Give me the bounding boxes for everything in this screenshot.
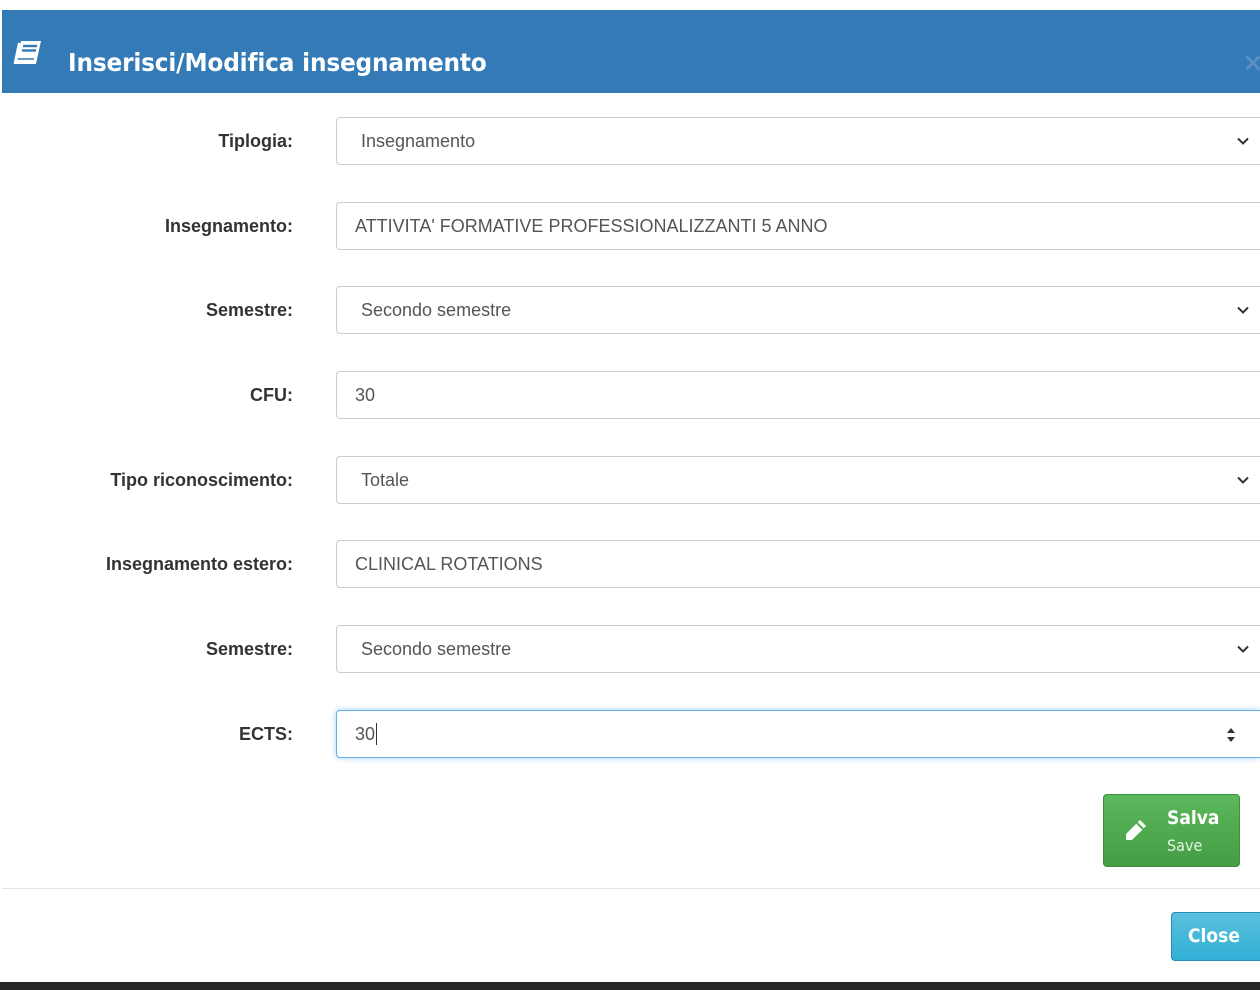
tipo-riconoscimento-label: Tipo riconoscimento:	[110, 470, 293, 490]
backdrop-strip	[0, 982, 1260, 990]
modal-title: Inserisci/Modifica insegnamento	[68, 48, 487, 77]
chevron-down-icon	[1237, 306, 1249, 314]
cfu-value: 30	[355, 385, 376, 405]
modal-header: Inserisci/Modifica insegnamento ×	[2, 10, 1260, 93]
form-row-semestre: Semestre: Secondo semestre	[0, 286, 1260, 334]
modal-close-x-button[interactable]: ×	[1242, 48, 1260, 78]
form-row-ects: ECTS: 30	[0, 710, 1260, 758]
semestre-estero-label: Semestre:	[205, 639, 293, 659]
tipo-riconoscimento-select[interactable]: Totale	[336, 456, 1260, 504]
chevron-down-icon	[1237, 645, 1249, 653]
save-button[interactable]: Salva Save	[1103, 794, 1240, 867]
tipologia-label: Tiplogia:	[218, 131, 293, 151]
save-button-sublabel: Save	[1167, 836, 1203, 855]
window-top-edge	[0, 0, 1260, 10]
pencil-icon	[1126, 820, 1146, 840]
semestre-estero-select[interactable]: Secondo semestre	[336, 625, 1260, 673]
ects-input[interactable]: 30	[336, 710, 1260, 758]
semestre-estero-value: Secondo semestre	[361, 639, 512, 659]
modal-footer-divider	[2, 888, 1260, 889]
insegnamento-input[interactable]: ATTIVITA' FORMATIVE PROFESSIONALIZZANTI …	[336, 202, 1260, 250]
form-row-tipologia: Tiplogia: Insegnamento	[0, 117, 1260, 165]
semestre-select[interactable]: Secondo semestre	[336, 286, 1260, 334]
tipologia-value: Insegnamento	[361, 131, 476, 151]
tipo-riconoscimento-value: Totale	[361, 470, 410, 490]
chevron-down-icon	[1237, 137, 1249, 145]
insegnamento-value: ATTIVITA' FORMATIVE PROFESSIONALIZZANTI …	[355, 216, 828, 236]
cfu-input[interactable]: 30	[336, 371, 1260, 419]
semestre-value: Secondo semestre	[361, 300, 512, 320]
close-button[interactable]: Close	[1171, 912, 1260, 961]
book-icon	[13, 41, 41, 65]
insegnamento-label: Insegnamento:	[164, 216, 293, 236]
chevron-down-icon	[1237, 476, 1249, 484]
insegnamento-estero-label: Insegnamento estero:	[105, 554, 293, 574]
form-row-tipo-riconoscimento: Tipo riconoscimento: Totale	[0, 456, 1260, 504]
form-row-semestre-estero: Semestre: Secondo semestre	[0, 625, 1260, 673]
insegnamento-estero-input[interactable]: CLINICAL ROTATIONS	[336, 540, 1260, 588]
close-button-label: Close	[1188, 925, 1240, 947]
text-cursor	[376, 722, 378, 745]
insegnamento-estero-value: CLINICAL ROTATIONS	[355, 554, 543, 574]
ects-label: ECTS:	[239, 724, 293, 744]
save-button-label: Salva	[1167, 807, 1220, 829]
ects-value: 30	[355, 724, 376, 744]
form-row-cfu: CFU: 30	[0, 371, 1260, 419]
cfu-label: CFU:	[250, 385, 293, 405]
spinner-arrows-icon[interactable]	[1224, 725, 1238, 745]
form-row-insegnamento-estero: Insegnamento estero: CLINICAL ROTATIONS	[0, 540, 1260, 588]
semestre-label: Semestre:	[205, 300, 293, 320]
form-row-insegnamento: Insegnamento: ATTIVITA' FORMATIVE PROFES…	[0, 202, 1260, 250]
tipologia-select[interactable]: Insegnamento	[336, 117, 1260, 165]
